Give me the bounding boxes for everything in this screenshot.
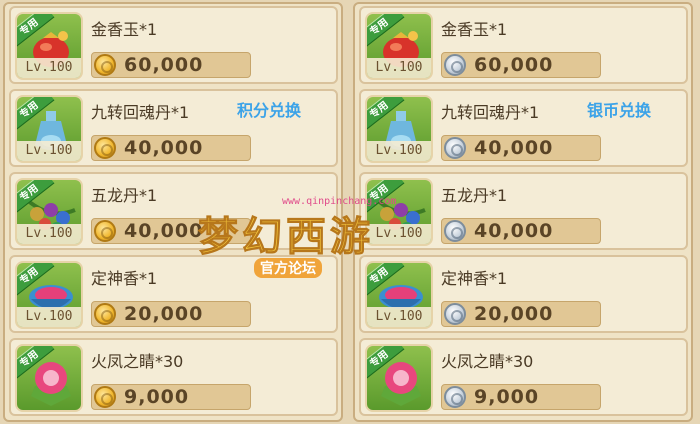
silver-coin-icon — [444, 137, 466, 159]
gold-coin-icon — [94, 220, 116, 242]
item-icon-frame: 专用 — [365, 344, 433, 412]
price-box: 40,000 — [91, 135, 251, 161]
price-amount: 60,000 — [474, 54, 554, 76]
price-box: 60,000 — [441, 52, 601, 78]
gold-coin-icon — [94, 137, 116, 159]
price-amount: 9,000 — [474, 386, 540, 408]
silver-coin-icon — [444, 303, 466, 325]
shop-item-row[interactable]: 专用 Lv.100 九转回魂丹*1 积分兑换 40,000 — [9, 89, 338, 167]
item-icon-frame: 专用 — [15, 344, 83, 412]
shop-item-row[interactable]: 专用 Lv.100 金香玉*1 60,000 — [9, 6, 338, 84]
shop-item-row[interactable]: 专用 Lv.100 五龙丹*1 40,000 — [359, 172, 688, 250]
price-box: 40,000 — [91, 218, 251, 244]
level-label: Lv.100 — [367, 224, 431, 244]
silver-coin-icon — [444, 220, 466, 242]
price-amount: 40,000 — [474, 220, 554, 242]
price-box: 40,000 — [441, 135, 601, 161]
item-name: 金香玉*1 — [91, 20, 158, 39]
item-icon-frame: 专用 Lv.100 — [15, 178, 83, 246]
price-amount: 40,000 — [474, 137, 554, 159]
item-name: 九转回魂丹*1 — [91, 103, 190, 122]
item-name: 定神香*1 — [91, 269, 158, 288]
level-label: Lv.100 — [17, 58, 81, 78]
shop-item-row[interactable]: 专用 火凤之睛*30 9,000 — [9, 338, 338, 416]
item-name: 五龙丹*1 — [441, 186, 508, 205]
price-amount: 40,000 — [124, 220, 204, 242]
gold-coin-icon — [94, 386, 116, 408]
item-icon-frame: 专用 Lv.100 — [365, 95, 433, 163]
gold-coin-icon — [94, 303, 116, 325]
silver-coin-icon — [444, 386, 466, 408]
item-name: 火凤之睛*30 — [91, 352, 184, 371]
item-name: 火凤之睛*30 — [441, 352, 534, 371]
points-exchange-panel: 专用 Lv.100 金香玉*1 60,000 专用 Lv.100 九转回魂丹*1… — [3, 2, 343, 422]
level-label: Lv.100 — [367, 141, 431, 161]
item-icon-frame: 专用 Lv.100 — [365, 12, 433, 80]
item-name: 五龙丹*1 — [91, 186, 158, 205]
level-label: Lv.100 — [17, 224, 81, 244]
price-box: 20,000 — [91, 301, 251, 327]
price-box: 60,000 — [91, 52, 251, 78]
item-icon-frame: 专用 Lv.100 — [365, 261, 433, 329]
gold-coin-icon — [94, 54, 116, 76]
item-icon-frame: 专用 Lv.100 — [365, 178, 433, 246]
price-box: 9,000 — [441, 384, 601, 410]
shop-item-row[interactable]: 专用 Lv.100 九转回魂丹*1 银币兑换 40,000 — [359, 89, 688, 167]
price-amount: 60,000 — [124, 54, 204, 76]
item-name: 定神香*1 — [441, 269, 508, 288]
item-icon-frame: 专用 Lv.100 — [15, 12, 83, 80]
silver-exchange-panel: 专用 Lv.100 金香玉*1 60,000 专用 Lv.100 九转回魂丹*1… — [353, 2, 693, 422]
price-box: 40,000 — [441, 218, 601, 244]
shop-item-row[interactable]: 专用 Lv.100 定神香*1 20,000 — [359, 255, 688, 333]
item-name: 金香玉*1 — [441, 20, 508, 39]
level-label: Lv.100 — [17, 307, 81, 327]
level-label: Lv.100 — [367, 58, 431, 78]
item-name: 九转回魂丹*1 — [441, 103, 540, 122]
item-icon-frame: 专用 Lv.100 — [15, 261, 83, 329]
shop-item-row[interactable]: 专用 Lv.100 定神香*1 20,000 — [9, 255, 338, 333]
shop-item-row[interactable]: 专用 Lv.100 五龙丹*1 40,000 — [9, 172, 338, 250]
price-box: 20,000 — [441, 301, 601, 327]
shop-item-row[interactable]: 专用 火凤之睛*30 9,000 — [359, 338, 688, 416]
exchange-tag: 银币兑换 — [587, 101, 652, 120]
silver-coin-icon — [444, 54, 466, 76]
level-label: Lv.100 — [17, 141, 81, 161]
price-amount: 9,000 — [124, 386, 190, 408]
level-label: Lv.100 — [367, 307, 431, 327]
price-amount: 20,000 — [124, 303, 204, 325]
item-icon-frame: 专用 Lv.100 — [15, 95, 83, 163]
price-amount: 20,000 — [474, 303, 554, 325]
price-box: 9,000 — [91, 384, 251, 410]
price-amount: 40,000 — [124, 137, 204, 159]
exchange-tag: 积分兑换 — [237, 101, 302, 120]
shop-item-row[interactable]: 专用 Lv.100 金香玉*1 60,000 — [359, 6, 688, 84]
